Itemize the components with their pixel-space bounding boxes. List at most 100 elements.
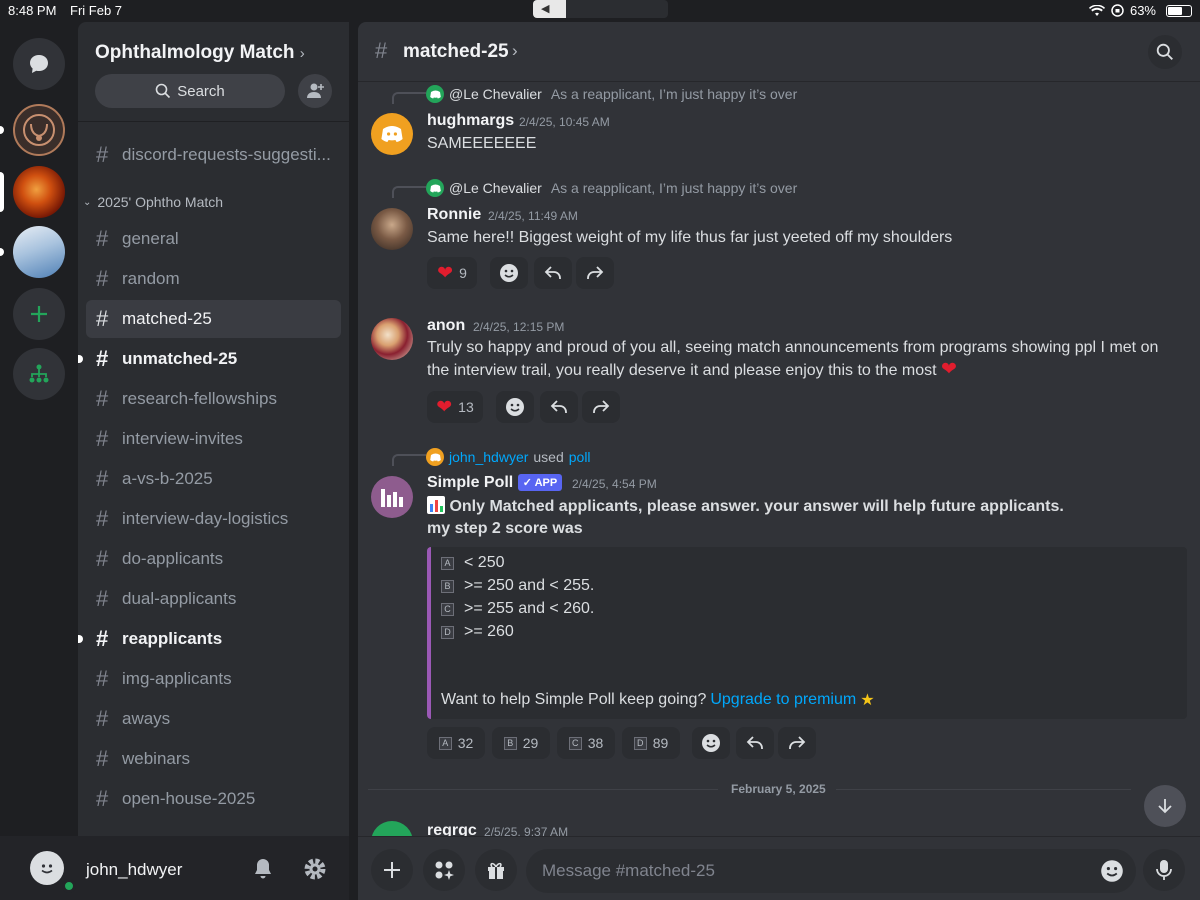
search-button[interactable]: Search xyxy=(95,74,285,108)
server-rail xyxy=(0,22,78,900)
server-unread-pill-2 xyxy=(0,248,4,256)
channel-open-house-2025[interactable]: # open-house-2025 xyxy=(86,780,341,818)
vote-c-button[interactable]: C 38 xyxy=(557,727,615,759)
channel-title[interactable]: matched-25 xyxy=(403,41,509,63)
hash-icon: # xyxy=(96,506,109,531)
message-author[interactable]: hughmargs xyxy=(427,112,514,130)
avatar[interactable] xyxy=(371,208,413,250)
forward-button[interactable] xyxy=(576,257,614,289)
reply-preview[interactable]: @Le Chevalier As a reapplicant, I’m just… xyxy=(426,179,797,197)
avatar[interactable] xyxy=(371,318,413,360)
message-author[interactable]: anon xyxy=(427,317,465,335)
add-reaction-button[interactable] xyxy=(490,257,528,289)
discord-logo-icon xyxy=(381,126,403,142)
avatar[interactable] xyxy=(30,851,64,885)
vote-d-button[interactable]: D 89 xyxy=(622,727,680,759)
channel-matched-25[interactable]: # matched-25 xyxy=(86,300,341,338)
hash-icon: # xyxy=(96,426,109,451)
channel-webinars[interactable]: # webinars xyxy=(86,740,341,778)
reply-preview[interactable]: @Le Chevalier As a reapplicant, I’m just… xyxy=(426,85,797,103)
header-search-button[interactable] xyxy=(1148,35,1182,69)
letter-a-icon: A xyxy=(438,736,452,750)
attach-button[interactable] xyxy=(371,849,413,891)
avatar[interactable] xyxy=(371,476,413,518)
channel-random[interactable]: # random xyxy=(86,260,341,298)
channel-unmatched-25[interactable]: # unmatched-25 xyxy=(86,340,341,378)
channel-aways[interactable]: # aways xyxy=(86,700,341,738)
add-reaction-button[interactable] xyxy=(496,391,534,423)
forward-button[interactable] xyxy=(582,391,620,423)
poll-option: B >= 250 and < 255. xyxy=(441,577,594,595)
guild-name[interactable]: Ophthalmology Match › xyxy=(95,42,305,64)
server-ophthalmology[interactable] xyxy=(13,104,65,156)
message-timestamp: 2/4/25, 10:45 AM xyxy=(519,115,610,129)
reply-button[interactable] xyxy=(534,257,572,289)
plus-icon xyxy=(31,306,47,322)
channel-label: general xyxy=(122,229,179,248)
gift-button[interactable] xyxy=(475,849,517,891)
message-author[interactable]: Simple Poll ✓ APP xyxy=(427,474,563,492)
reply-connector xyxy=(392,454,426,466)
forward-button[interactable] xyxy=(778,727,816,759)
letter-d-icon: D xyxy=(441,625,454,639)
discover-button[interactable] xyxy=(13,348,65,400)
date-divider-line xyxy=(836,789,1131,790)
vote-b-button[interactable]: B 29 xyxy=(492,727,550,759)
apps-button[interactable] xyxy=(423,849,465,891)
channel-discord-requests[interactable]: # discord-requests-suggesti... xyxy=(86,136,341,174)
chevron-right-icon: › xyxy=(512,41,518,60)
channel-interview-invites[interactable]: # interview-invites xyxy=(86,420,341,458)
invite-members-button[interactable] xyxy=(298,74,332,108)
channel-general[interactable]: # general xyxy=(86,220,341,258)
hash-icon: # xyxy=(375,38,388,63)
channel-img-applicants[interactable]: # img-applicants xyxy=(86,660,341,698)
command-name[interactable]: poll xyxy=(569,449,591,465)
direct-messages-button[interactable] xyxy=(13,38,65,90)
server-internal-medicine[interactable] xyxy=(13,226,65,278)
vote-a-button[interactable]: A 32 xyxy=(427,727,485,759)
poll-option: C >= 255 and < 260. xyxy=(441,600,594,618)
channel-label: interview-invites xyxy=(122,429,243,448)
channel-interview-day-logistics[interactable]: # interview-day-logistics xyxy=(86,500,341,538)
search-icon xyxy=(1156,43,1173,60)
reply-button[interactable] xyxy=(736,727,774,759)
message-text: SAMEEEEEEE xyxy=(427,135,537,152)
reaction-heart[interactable]: ❤ 9 xyxy=(427,257,477,289)
reply-button[interactable] xyxy=(540,391,578,423)
status-bar: 8:48 PM Fri Feb 7 ◀ 63% xyxy=(0,0,1200,22)
add-server-button[interactable] xyxy=(13,288,65,340)
message-timestamp: 2/4/25, 11:49 AM xyxy=(488,209,578,223)
upgrade-link[interactable]: Upgrade to premium xyxy=(710,691,856,709)
letter-c-icon: C xyxy=(568,736,582,750)
reply-author: @Le Chevalier xyxy=(449,86,542,102)
emoji-button[interactable] xyxy=(1100,859,1124,883)
channel-reapplicants[interactable]: # reapplicants xyxy=(86,620,341,658)
channel-a-vs-b-2025[interactable]: # a-vs-b-2025 xyxy=(86,460,341,498)
category-header[interactable]: ⌄ 2025' Ophtho Match xyxy=(83,194,223,210)
letter-a-icon: A xyxy=(441,556,454,570)
server-retina[interactable] xyxy=(13,166,65,218)
hash-icon: # xyxy=(96,706,109,731)
orientation-lock-icon xyxy=(1111,4,1124,17)
channel-label: unmatched-25 xyxy=(122,349,238,368)
wifi-icon xyxy=(1088,4,1105,16)
channel-research-fellowships[interactable]: # research-fellowships xyxy=(86,380,341,418)
channel-dual-applicants[interactable]: # dual-applicants xyxy=(86,580,341,618)
message-input[interactable]: Message #matched-25 xyxy=(526,849,1136,893)
command-user[interactable]: john_hdwyer xyxy=(449,449,528,465)
reply-connector xyxy=(392,186,426,198)
bell-icon[interactable] xyxy=(250,856,276,882)
channel-label: dual-applicants xyxy=(122,589,237,608)
reaction-heart[interactable]: ❤ 13 xyxy=(427,391,483,423)
hub-tree-icon xyxy=(29,364,49,383)
avatar[interactable] xyxy=(371,113,413,155)
hash-icon: # xyxy=(96,386,109,411)
add-reaction-button[interactable] xyxy=(692,727,730,759)
voice-message-button[interactable] xyxy=(1143,849,1185,891)
jump-to-bottom-button[interactable] xyxy=(1144,785,1186,827)
gear-icon[interactable] xyxy=(302,856,328,882)
date-divider-label: February 5, 2025 xyxy=(731,782,826,796)
message-author[interactable]: Ronnie xyxy=(427,206,481,224)
stethoscope-eye-icon xyxy=(23,114,55,146)
channel-do-applicants[interactable]: # do-applicants xyxy=(86,540,341,578)
